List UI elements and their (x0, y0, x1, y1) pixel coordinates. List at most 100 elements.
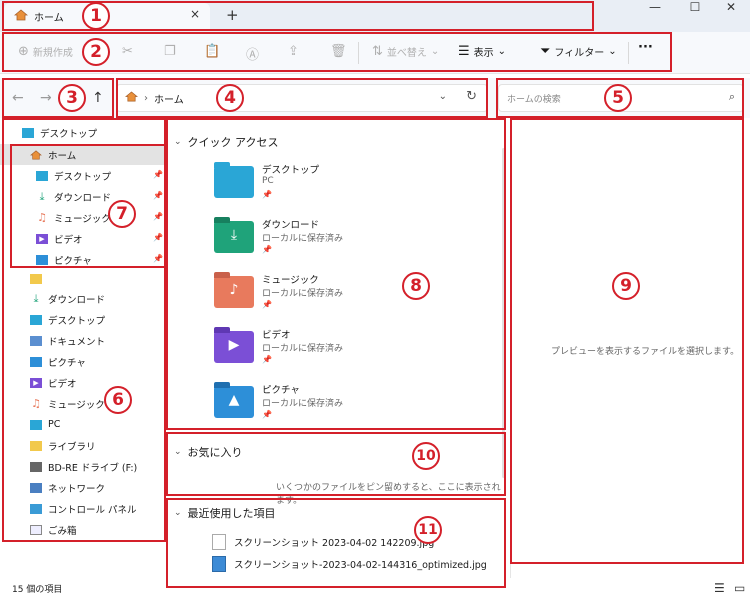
folder-location: ローカルに保存済み (262, 344, 344, 354)
home-icon (124, 91, 139, 105)
pin-icon: 📌 (262, 245, 272, 254)
sidebar-item-libraries[interactable]: ライブラリ (0, 435, 96, 456)
pin-icon: 📌 (262, 355, 272, 364)
download-icon: ⤓ (33, 291, 39, 305)
details-view-icon[interactable]: ☰ (714, 581, 725, 595)
delete-icon[interactable]: 🗑 (330, 44, 347, 59)
sidebar-item-pictures[interactable]: ピクチャ (0, 351, 86, 372)
home-icon (13, 8, 29, 24)
annotation-number-8: 8 (402, 272, 430, 300)
video-folder-icon: ▶ (214, 327, 254, 363)
share-icon[interactable]: ⇪ (288, 44, 299, 59)
sort-button[interactable]: ⇅ 並べ替え ⌄ (372, 44, 439, 59)
back-arrow-icon[interactable]: ← (12, 90, 24, 106)
folder-name: ミュージック (262, 275, 319, 286)
tiles-view-icon[interactable]: ▭ (734, 581, 745, 595)
close-window-button[interactable]: ✕ (716, 0, 746, 18)
sidebar-item-bd-drive[interactable]: BD-RE ドライブ (F:) (0, 456, 137, 477)
sidebar-item-recycle-bin[interactable]: ごみ箱 (0, 519, 77, 540)
recent-file-name: スクリーンショット-2023-04-02-144316_optimized.jp… (234, 560, 487, 571)
sidebar-item-home[interactable]: ホーム (0, 144, 166, 165)
sidebar-item-videos[interactable]: ▶ ビデオ (0, 372, 77, 393)
picture-folder-icon: ▲ (214, 382, 254, 418)
refresh-icon[interactable]: ↻ (466, 89, 477, 104)
sidebar-item-label: ミュージック (48, 399, 105, 411)
status-bar: 15 個の項目 ☰ ▭ (0, 578, 750, 599)
search-icon: ⌕ (728, 90, 735, 103)
desktop-icon (30, 314, 42, 325)
sidebar-pinned-downloads[interactable]: ⤓ ダウンロード (0, 186, 111, 207)
sidebar-item-downloads[interactable]: ⤓ ダウンロード (0, 288, 105, 309)
section-title: クイック アクセス (187, 136, 279, 149)
breadcrumb-home[interactable]: ホーム (154, 91, 184, 106)
chevron-down-icon: ⌄ (430, 46, 440, 57)
folder-location: ローカルに保存済み (262, 289, 344, 299)
rename-icon[interactable]: Ⓐ (246, 44, 259, 63)
tab-close-button[interactable]: × (190, 7, 200, 21)
more-options-button[interactable]: ··· (638, 40, 653, 55)
quick-access-header[interactable]: ⌄ クイック アクセス (174, 134, 279, 150)
sidebar-item-network[interactable]: ネットワーク (0, 477, 105, 498)
new-tab-button[interactable]: + (226, 6, 239, 24)
pin-icon: 📌 (153, 233, 163, 242)
annotation-number-5: 5 (604, 84, 632, 112)
sidebar-pinned-desktop[interactable]: デスクトップ (0, 165, 111, 186)
folder-downloads[interactable]: ⤓ ダウンロード ローカルに保存済み 📌 (214, 217, 414, 267)
sidebar-item-label: ライブラリ (48, 441, 96, 453)
sidebar-item-label: デスクトップ (48, 315, 106, 327)
folder-desktop[interactable]: デスクトップ PC 📌 (214, 162, 414, 212)
folder-music[interactable]: ♪ ミュージック ローカルに保存済み 📌 (214, 272, 414, 322)
filter-label: フィルター (554, 48, 605, 59)
chevron-down-icon[interactable]: ⌄ (439, 91, 447, 102)
minimize-button[interactable]: — (640, 0, 670, 18)
annotation-number-7: 7 (108, 200, 136, 228)
favorites-header[interactable]: ⌄ お気に入り (174, 444, 243, 460)
new-button[interactable]: ⊕ 新規作成 (18, 44, 73, 59)
annotation-number-3: 3 (58, 84, 86, 112)
folder-videos[interactable]: ▶ ビデオ ローカルに保存済み 📌 (214, 327, 414, 377)
folder-pictures[interactable]: ▲ ピクチャ ローカルに保存済み 📌 (214, 382, 414, 432)
tab-title: ホーム (34, 12, 64, 24)
sidebar-item-folder[interactable] (0, 268, 48, 289)
paste-icon[interactable]: 📋 (204, 44, 220, 59)
title-bar: ホーム × + — ☐ ✕ (0, 0, 750, 32)
pin-icon: 📌 (153, 254, 163, 263)
desktop-icon (214, 162, 254, 198)
sidebar-pinned-videos[interactable]: ▶ ビデオ (0, 228, 83, 249)
folder-name: ピクチャ (262, 385, 300, 396)
video-icon: ▶ (36, 233, 48, 244)
sidebar-item-documents[interactable]: ドキュメント (0, 330, 105, 351)
forward-arrow-icon[interactable]: → (40, 90, 52, 106)
navigation-pane: デスクトップ ホーム デスクトップ 📌 ⤓ ダウンロード 📌 ♫ ミュージック … (0, 118, 166, 578)
chevron-down-icon: ⌄ (497, 46, 507, 57)
sidebar-item-desktop[interactable]: デスクトップ (0, 309, 105, 330)
annotation-number-2: 2 (82, 38, 110, 66)
cut-icon[interactable]: ✂ (122, 44, 133, 59)
copy-icon[interactable]: ❐ (164, 44, 176, 59)
view-button[interactable]: ☰ 表示 ⌄ (458, 44, 506, 59)
library-icon (30, 440, 42, 451)
up-arrow-icon[interactable]: ↑ (92, 90, 104, 106)
desktop-icon (36, 170, 48, 181)
sidebar-item-label: ネットワーク (48, 483, 106, 495)
scrollbar[interactable] (502, 148, 505, 478)
sidebar-pinned-pictures[interactable]: ピクチャ (0, 249, 92, 270)
sidebar-item-label: ホーム (48, 150, 77, 162)
maximize-button[interactable]: ☐ (680, 0, 710, 18)
breadcrumb-separator: › (144, 92, 148, 104)
sidebar-item-label: ピクチャ (54, 255, 92, 267)
filter-button[interactable]: ⏷ フィルター ⌄ (540, 44, 617, 59)
preview-message: プレビューを表示するファイルを選択します。 (551, 347, 740, 357)
view-list-icon: ☰ (458, 44, 470, 59)
recent-header[interactable]: ⌄ 最近使用した項目 (174, 505, 276, 521)
address-bar[interactable]: › ホーム ⌄ ↻ (116, 84, 488, 112)
sidebar-pinned-music[interactable]: ♫ ミュージック (0, 207, 111, 228)
sidebar-item-pc[interactable]: PC (0, 414, 60, 435)
sidebar-item-desktop-top[interactable]: デスクトップ (0, 122, 97, 143)
image-file-icon (212, 534, 226, 550)
recent-file-row[interactable]: スクリーンショット 2023-04-02 142209.jpg (212, 534, 434, 550)
recent-file-row[interactable]: スクリーンショット-2023-04-02-144316_optimized.jp… (212, 556, 487, 572)
content-pane: ⌄ クイック アクセス デスクトップ PC 📌 ⤓ ダウンロード ローカルに保存… (166, 118, 506, 578)
sidebar-item-control-panel[interactable]: コントロール パネル (0, 498, 137, 519)
sidebar-item-music[interactable]: ♫ ミュージック (0, 393, 105, 414)
